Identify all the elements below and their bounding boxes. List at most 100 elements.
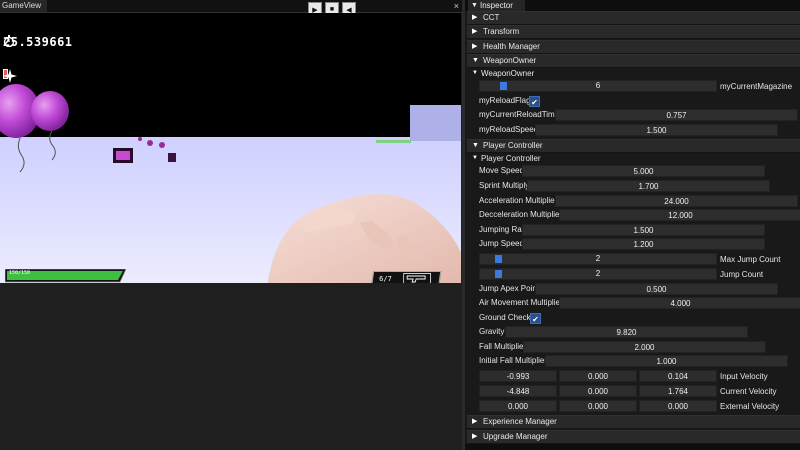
inspector-tab[interactable]: ▼ Inspector [468, 0, 525, 11]
fall-multiplier-label: Fall Multiplier [479, 342, 527, 351]
acceleration-multiplier-label: Acceleration Multiplier [479, 196, 558, 205]
game-scene [0, 13, 461, 283]
move-speed-label: Move Speed [479, 166, 524, 175]
fall-multiplier-field[interactable]: 2.000 [523, 341, 766, 353]
expand-arrow-icon: ▼ [472, 57, 479, 64]
section-health-manager[interactable]: ▶ Health Manager [467, 40, 800, 54]
current-velocity-x[interactable]: -4.848 [479, 385, 557, 397]
sub-weapon-owner[interactable]: ▼ WeaponOwner [472, 68, 792, 79]
stopwatch-icon [3, 35, 15, 47]
jumping-rate-field[interactable]: 1.500 [522, 224, 765, 236]
my-reload-flag-label: myReloadFlag [479, 96, 531, 105]
section-label: Upgrade Manager [483, 432, 548, 441]
section-label: WeaponOwner [483, 56, 537, 65]
gravity-label: Gravity [479, 327, 505, 336]
hud-sparkle [3, 69, 17, 83]
hud-health-bar: 150/150 [5, 269, 126, 283]
initial-fall-multiplier-label: Initial Fall Multiplier [479, 356, 548, 365]
close-icon[interactable]: × [454, 0, 459, 12]
sparkle-icon [3, 69, 17, 83]
my-current-magazine-label: myCurrentMagazine [720, 82, 793, 91]
decceleration-multiplier-field[interactable]: 12.000 [559, 209, 800, 221]
game-view-tab[interactable]: GameView [0, 0, 47, 12]
collapse-arrow-icon: ▶ [472, 28, 478, 35]
expand-arrow-icon: ▼ [472, 70, 478, 76]
my-current-reload-time-label: myCurrentReloadTime [479, 110, 560, 119]
inspector-header: ▼ Inspector [465, 0, 800, 11]
external-velocity-y[interactable]: 0.000 [559, 400, 637, 412]
section-upgrade-manager[interactable]: ▶ Upgrade Manager [467, 430, 800, 444]
jump-apex-point-label: Jump Apex Point [479, 284, 540, 293]
external-velocity-x[interactable]: 0.000 [479, 400, 557, 412]
section-label: Experience Manager [483, 417, 557, 426]
sky [0, 13, 461, 138]
section-player-controller[interactable]: ▼ Player Controller [467, 139, 800, 153]
expand-arrow-icon: ▼ [472, 155, 478, 161]
jumping-rate-label: Jumping Rate [479, 225, 529, 234]
distant-block [410, 105, 461, 141]
section-experience-manager[interactable]: ▶ Experience Manager [467, 415, 800, 429]
inspector-panel: ▼ Inspector ▶ CCT ▶ Transform ▶ Health M… [465, 0, 800, 450]
ground-check-checkbox[interactable]: ✔ [530, 313, 541, 324]
collapse-arrow-icon: ▶ [472, 418, 478, 425]
section-weapon-owner[interactable]: ▼ WeaponOwner [467, 54, 800, 68]
input-velocity-label: Input Velocity [720, 372, 768, 381]
decceleration-multiplier-label: Decceleration Multiplier [479, 210, 563, 219]
my-reload-speed-field[interactable]: 1.500 [535, 124, 778, 136]
jump-count-slider[interactable]: 2 [479, 268, 717, 280]
game-viewport[interactable]: 25.539661 150/150 6/7 [0, 13, 461, 283]
current-velocity-y[interactable]: 0.000 [559, 385, 637, 397]
collapse-arrow-icon: ▶ [472, 14, 478, 21]
my-current-reload-time-field[interactable]: 0.757 [555, 109, 798, 121]
jump-apex-point-field[interactable]: 0.500 [535, 283, 778, 295]
jump-speed-field[interactable]: 1.200 [522, 238, 765, 250]
section-label: Health Manager [483, 42, 540, 51]
acceleration-multiplier-field[interactable]: 24.000 [555, 195, 798, 207]
section-label: Player Controller [483, 141, 543, 150]
section-label: Transform [483, 27, 520, 36]
current-velocity-label: Current Velocity [720, 387, 777, 396]
section-label: CCT [483, 13, 500, 22]
game-view-panel: GameView ▶ ■ ◀ × 25.539661 150/150 6/7 [0, 0, 462, 450]
jump-speed-label: Jump Speed [479, 239, 524, 248]
slider-value: 2 [595, 254, 601, 263]
current-velocity-z[interactable]: 1.764 [639, 385, 717, 397]
max-jump-count-slider[interactable]: 2 [479, 253, 717, 265]
sub-label: Player Controller [481, 154, 541, 163]
health-text: 150/150 [9, 270, 31, 276]
section-transform[interactable]: ▶ Transform [467, 25, 800, 39]
my-current-magazine-slider[interactable]: 6 [479, 80, 717, 92]
jump-count-label: Jump Count [720, 270, 764, 279]
collapse-arrow-icon: ▶ [472, 433, 478, 440]
collapse-arrow-icon: ▶ [472, 43, 478, 50]
external-velocity-z[interactable]: 0.000 [639, 400, 717, 412]
game-view-empty-area [0, 284, 462, 450]
max-jump-count-label: Max Jump Count [720, 255, 781, 264]
input-velocity-z[interactable]: 0.104 [639, 370, 717, 382]
chevron-down-icon: ▼ [471, 2, 478, 9]
inspector-footer [465, 444, 800, 450]
sprint-multiply-label: Sprint Multiply [479, 181, 530, 190]
initial-fall-multiplier-field[interactable]: 1.000 [545, 355, 788, 367]
air-movement-multiplier-field[interactable]: 4.000 [559, 297, 800, 309]
air-movement-multiplier-label: Air Movement Multiplier [479, 298, 563, 307]
pistol-icon [403, 273, 432, 283]
external-velocity-label: External Velocity [720, 402, 780, 411]
move-speed-field[interactable]: 5.000 [522, 165, 765, 177]
sub-label: WeaponOwner [481, 69, 535, 78]
sprint-multiply-field[interactable]: 1.700 [527, 180, 770, 192]
slider-value: 2 [595, 269, 601, 278]
my-reload-speed-label: myReloadSpeed [479, 125, 539, 134]
input-velocity-y[interactable]: 0.000 [559, 370, 637, 382]
section-cct[interactable]: ▶ CCT [467, 11, 800, 25]
inspector-tab-label: Inspector [480, 1, 513, 10]
game-view-header: GameView ▶ ■ ◀ × [0, 0, 462, 17]
gravity-field[interactable]: 9.820 [505, 326, 748, 338]
input-velocity-x[interactable]: -0.993 [479, 370, 557, 382]
ammo-text: 6/7 [379, 275, 392, 283]
my-reload-flag-checkbox[interactable]: ✔ [529, 96, 540, 107]
hud-timer: 25.539661 [3, 35, 73, 49]
sub-player-controller[interactable]: ▼ Player Controller [472, 153, 792, 164]
slider-value: 6 [595, 81, 601, 90]
distant-green-pad [376, 140, 411, 143]
